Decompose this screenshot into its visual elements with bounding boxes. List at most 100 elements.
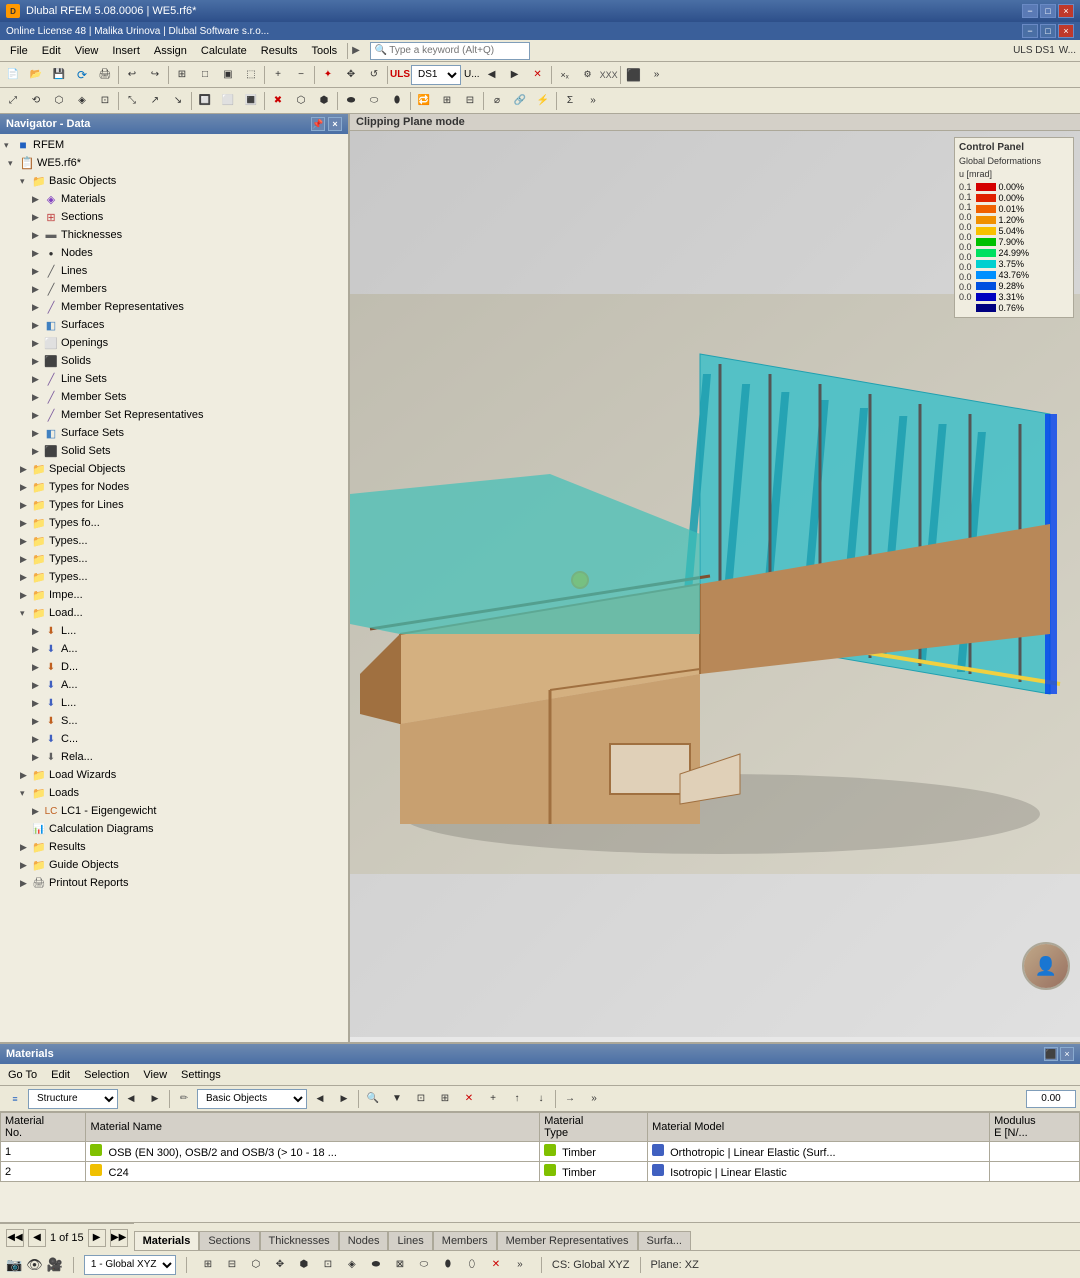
t2-btn10[interactable]: ⬜	[217, 90, 239, 112]
tree-types-5[interactable]: ▶ 📁 Types...	[0, 550, 348, 568]
tree-loads[interactable]: ▾ 📁 Loads	[0, 784, 348, 802]
tree-membersetreps[interactable]: ▶ ╱ Member Set Representatives	[0, 406, 348, 424]
mat-prev-btn[interactable]: ◀	[120, 1088, 142, 1110]
t2-btn7[interactable]: ↗	[144, 90, 166, 112]
t2-btn20[interactable]: ⊟	[459, 90, 481, 112]
tree-solids[interactable]: ▶ ⬛ Solids	[0, 352, 348, 370]
tree-impe[interactable]: ▶ 📁 Impe...	[0, 586, 348, 604]
undo-btn[interactable]: ↩	[121, 64, 143, 86]
st-btn2[interactable]: ⊟	[221, 1254, 243, 1276]
menu-results[interactable]: Results	[255, 43, 304, 59]
tab-lines[interactable]: Lines	[388, 1231, 432, 1250]
mat-prev2-btn[interactable]: ◀	[309, 1088, 331, 1110]
tree-types-3[interactable]: ▶ 📁 Types fo...	[0, 514, 348, 532]
t2-btn6[interactable]: ⤡	[121, 90, 143, 112]
st-btn5[interactable]: ⬢	[293, 1254, 315, 1276]
tree-lt-4[interactable]: ▶ ⬇ A...	[0, 676, 348, 694]
val-input[interactable]: 0.00	[1026, 1090, 1076, 1108]
sec-maximize-btn[interactable]: □	[1040, 24, 1056, 38]
tree-sections[interactable]: ▶ ⊞ Sections	[0, 208, 348, 226]
st-btn14[interactable]: »	[509, 1254, 531, 1276]
open-btn[interactable]: 📂	[25, 64, 47, 86]
prev-btn[interactable]: ◀	[481, 64, 503, 86]
st-btn7[interactable]: ◈	[341, 1254, 363, 1276]
mat-search-btn[interactable]: 🔍	[362, 1088, 384, 1110]
mat-export-btn[interactable]: →	[559, 1088, 581, 1110]
tab-surfa[interactable]: Surfa...	[638, 1231, 691, 1250]
t2-btn25[interactable]: »	[582, 90, 604, 112]
tree-lt-7[interactable]: ▶ ⬇ C...	[0, 730, 348, 748]
tree-lt-3[interactable]: ▶ ⬇ D...	[0, 658, 348, 676]
t2-btn13[interactable]: ⬡	[290, 90, 312, 112]
sec-close-btn[interactable]: ×	[1058, 24, 1074, 38]
t2-btn24[interactable]: Σ	[559, 90, 581, 112]
tree-load-wizards[interactable]: ▶ 📁 Load Wizards	[0, 766, 348, 784]
t2-btn1[interactable]: ⤢	[2, 90, 24, 112]
tab-member-reps[interactable]: Member Representatives	[497, 1231, 638, 1250]
tree-file[interactable]: ▾ 📋 WE5.rf6*	[0, 154, 348, 172]
tree-load-types[interactable]: ▾ 📁 Load...	[0, 604, 348, 622]
t2-btn19[interactable]: ⊞	[436, 90, 458, 112]
nav-pin-btn[interactable]: 📌	[311, 117, 325, 131]
t2-btn16[interactable]: ⬭	[363, 90, 385, 112]
sec-minimize-btn[interactable]: −	[1022, 24, 1038, 38]
extra-btn3[interactable]: »	[646, 64, 668, 86]
tab-thicknesses[interactable]: Thicknesses	[260, 1231, 339, 1250]
tree-solidsets[interactable]: ▶ ⬛ Solid Sets	[0, 442, 348, 460]
tree-surfacesets[interactable]: ▶ ◧ Surface Sets	[0, 424, 348, 442]
tree-nodes[interactable]: ▶ ● Nodes	[0, 244, 348, 262]
tree-types-4[interactable]: ▶ 📁 Types...	[0, 532, 348, 550]
menu-view[interactable]: View	[69, 43, 105, 59]
minimize-btn[interactable]: −	[1022, 4, 1038, 18]
more-btn[interactable]: ⬛	[623, 64, 645, 86]
tree-guide-objects[interactable]: ▶ 📁 Guide Objects	[0, 856, 348, 874]
tab-members[interactable]: Members	[433, 1231, 497, 1250]
mat-paste-btn[interactable]: ⊞	[434, 1088, 456, 1110]
pg-first-btn[interactable]: ◀◀	[6, 1229, 24, 1247]
st-btn13[interactable]: ✕	[485, 1254, 507, 1276]
tree-types-nodes[interactable]: ▶ 📁 Types for Nodes	[0, 478, 348, 496]
t2-btn22[interactable]: 🔗	[509, 90, 531, 112]
view-btn4[interactable]: ⬚	[240, 64, 262, 86]
t2-btn3[interactable]: ⬡	[48, 90, 70, 112]
refresh-btn[interactable]: ⟳	[71, 64, 93, 86]
mat-more-btn[interactable]: »	[583, 1088, 605, 1110]
tree-types-lines[interactable]: ▶ 📁 Types for Lines	[0, 496, 348, 514]
st-btn11[interactable]: ⬮	[437, 1254, 459, 1276]
viewport-3d[interactable]: Control Panel Global Deformations u [mra…	[350, 131, 1080, 1037]
mat-selection[interactable]: Selection	[80, 1067, 133, 1083]
t2-btn12[interactable]: ✖	[267, 90, 289, 112]
t2-btn21[interactable]: ⌀	[486, 90, 508, 112]
mat-up-btn[interactable]: ↑	[506, 1088, 528, 1110]
tree-membersets[interactable]: ▶ ╱ Member Sets	[0, 388, 348, 406]
mat-goto[interactable]: Go To	[4, 1067, 41, 1083]
tree-members[interactable]: ▶ ╱ Members	[0, 280, 348, 298]
select-btn[interactable]: ✦	[317, 64, 339, 86]
rotate-btn[interactable]: ↺	[363, 64, 385, 86]
st-btn4[interactable]: ✥	[269, 1254, 291, 1276]
move-btn[interactable]: ✥	[340, 64, 362, 86]
menu-insert[interactable]: Insert	[106, 43, 146, 59]
nav-header-controls[interactable]: 📌 ×	[311, 117, 342, 131]
zoom-out-btn[interactable]: −	[290, 64, 312, 86]
ds-dropdown[interactable]: DS1	[411, 65, 461, 85]
mat-row-1[interactable]: 1 OSB (EN 300), OSB/2 and OSB/3 (> 10 - …	[1, 1142, 1080, 1162]
tree-rfem[interactable]: ▾ ■ RFEM	[0, 136, 348, 154]
mat-edit[interactable]: Edit	[47, 1067, 74, 1083]
tree-openings[interactable]: ▶ ⬜ Openings	[0, 334, 348, 352]
clear-btn[interactable]: ✕	[527, 64, 549, 86]
mat-filter-btn[interactable]: ▼	[386, 1088, 408, 1110]
t2-btn23[interactable]: ⚡	[532, 90, 554, 112]
mat-basicobj-dropdown[interactable]: Basic Objects	[197, 1089, 307, 1109]
save-btn[interactable]: 💾	[48, 64, 70, 86]
view-btn2[interactable]: □	[194, 64, 216, 86]
pg-next-btn[interactable]: ▶	[88, 1229, 106, 1247]
tab-sections[interactable]: Sections	[199, 1231, 259, 1250]
mat-settings[interactable]: Settings	[177, 1067, 225, 1083]
zoom-in-btn[interactable]: +	[267, 64, 289, 86]
mat-del-btn[interactable]: ✕	[458, 1088, 480, 1110]
menu-edit[interactable]: Edit	[36, 43, 67, 59]
tree-lt-1[interactable]: ▶ ⬇ L...	[0, 622, 348, 640]
pg-last-btn[interactable]: ▶▶	[110, 1229, 128, 1247]
tree-calc-diagrams[interactable]: 📊 Calculation Diagrams	[0, 820, 348, 838]
